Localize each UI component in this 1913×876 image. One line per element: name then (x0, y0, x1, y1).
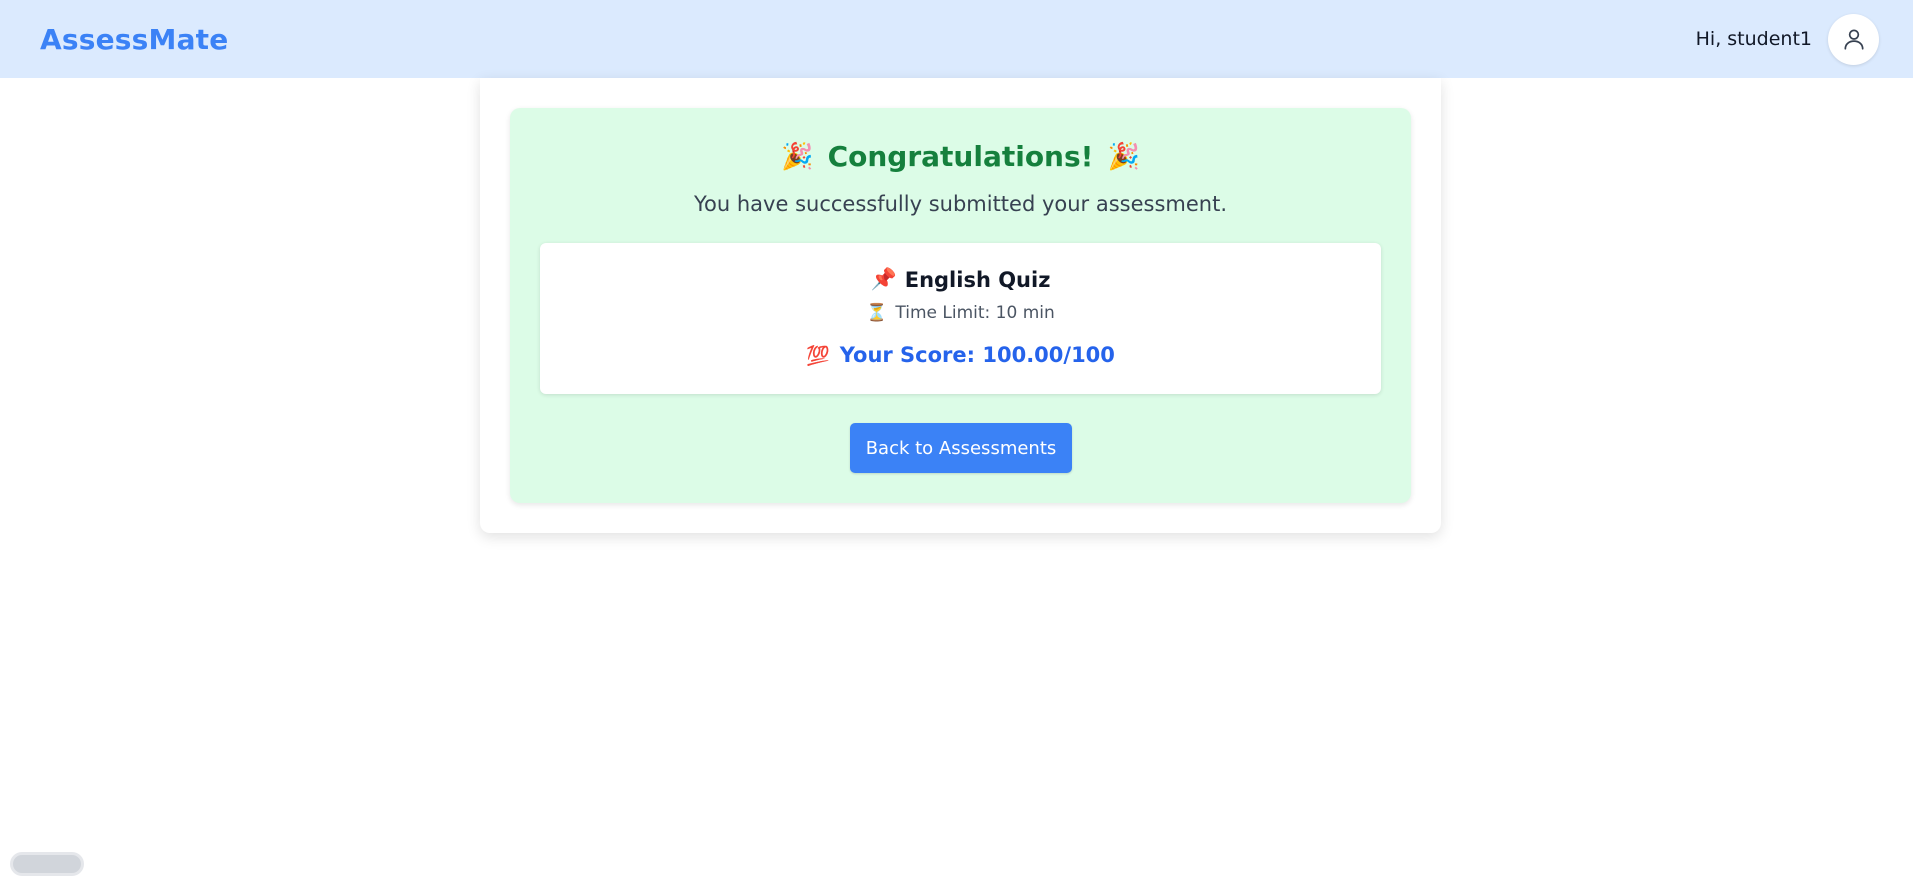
quiz-name: English Quiz (904, 267, 1051, 292)
hundred-points-icon: 💯 (806, 344, 830, 367)
hourglass-icon: ⏳ (866, 303, 888, 323)
top-navbar: AssessMate Hi, student1 (0, 0, 1913, 78)
user-icon (1843, 29, 1864, 50)
time-limit-text: Time Limit: 10 min (895, 303, 1055, 323)
success-panel: 🎉 Congratulations! 🎉 You have successful… (510, 108, 1411, 503)
result-container: 🎉 Congratulations! 🎉 You have successful… (480, 78, 1441, 533)
party-popper-icon: 🎉 (781, 141, 814, 172)
time-limit: ⏳ Time Limit: 10 min (540, 303, 1381, 323)
back-to-assessments-button[interactable]: Back to Assessments (850, 423, 1072, 473)
quiz-summary-card: 📌 English Quiz ⏳ Time Limit: 10 min 💯 Yo… (540, 243, 1381, 394)
corner-toggle-widget[interactable] (10, 852, 84, 876)
user-avatar-button[interactable] (1828, 13, 1879, 65)
party-popper-icon: 🎉 (1107, 141, 1140, 172)
congratulations-title: Congratulations! (827, 140, 1094, 173)
quiz-title: 📌 English Quiz (540, 267, 1381, 292)
score-text: Your Score: 100.00/100 (839, 343, 1115, 367)
pushpin-icon: 📌 (870, 267, 897, 291)
user-area: Hi, student1 (1695, 13, 1879, 65)
submission-message: You have successfully submitted your ass… (694, 192, 1227, 216)
brand-logo[interactable]: AssessMate (40, 23, 228, 56)
user-greeting: Hi, student1 (1695, 28, 1812, 50)
congratulations-heading: 🎉 Congratulations! 🎉 (510, 140, 1411, 173)
score-line: 💯 Your Score: 100.00/100 (540, 343, 1381, 367)
